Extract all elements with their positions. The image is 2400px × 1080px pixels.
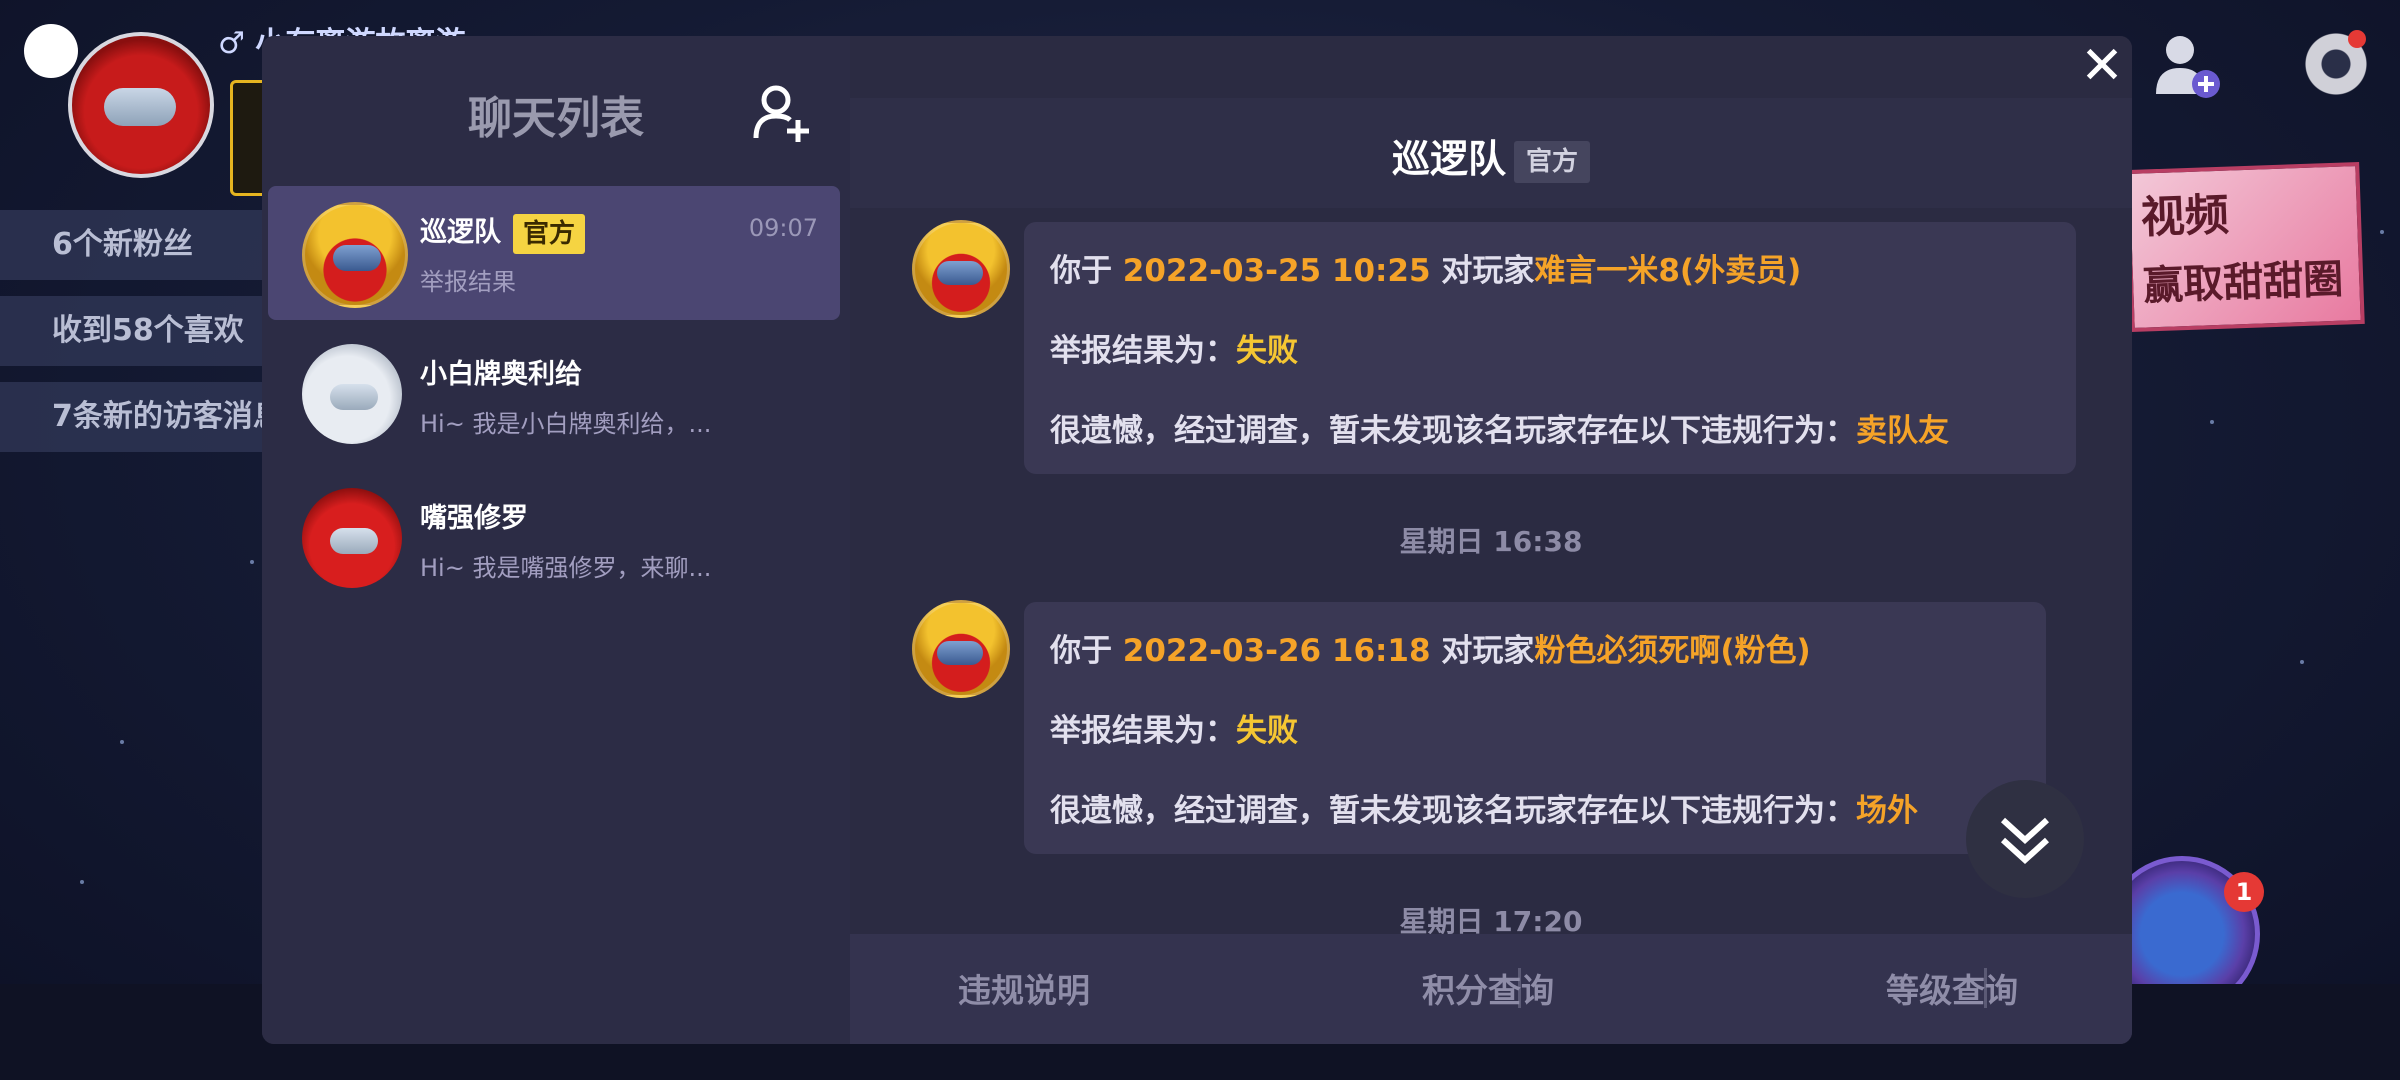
star: [80, 880, 84, 884]
conversation-panel: 巡逻队 官方 你于 2022-03-25 10:25 对玩家难言一米8(外卖员) …: [850, 36, 2132, 1044]
official-badge: 官方: [513, 213, 586, 254]
chat-item-name: 小白牌奥利给: [420, 359, 582, 390]
close-icon[interactable]: ✕: [2072, 36, 2132, 96]
report-line-3: 很遗憾，经过调查，暂未发现该名玩家存在以下违规行为：卖队友: [1050, 413, 1949, 449]
star: [2300, 660, 2304, 664]
notification-likes[interactable]: 收到58个喜欢: [0, 296, 272, 366]
timestamp: 星期日 16:38: [1399, 525, 1583, 558]
patrol-avatar: [912, 220, 1010, 318]
reported-player: 粉色必须死啊(粉色): [1534, 633, 1811, 669]
report-result: 失败: [1236, 333, 1298, 369]
violation-info-button[interactable]: 违规说明: [958, 964, 1090, 1012]
conversation-title: 巡逻队 官方: [850, 128, 2132, 183]
notification-visitors[interactable]: 7条新的访客消息: [0, 382, 272, 452]
chat-item-preview: 举报结果: [420, 268, 516, 296]
points-query-button[interactable]: 积分查询: [1422, 964, 1554, 1012]
report-datetime: 2022-03-25 10:25: [1122, 253, 1431, 289]
white-crewmate-avatar: [302, 344, 402, 444]
notification-fans[interactable]: 6个新粉丝: [0, 210, 272, 280]
report-result: 失败: [1236, 713, 1298, 749]
report-line-2: 举报结果为：失败: [1050, 333, 1298, 369]
report-reason: 卖队友: [1856, 413, 1949, 449]
star: [250, 560, 254, 564]
star: [120, 740, 124, 744]
chat-item-preview: Hi~ 我是小白牌奥利给，...: [420, 410, 712, 438]
add-friend-icon[interactable]: [2150, 28, 2224, 102]
report-line-3: 很遗憾，经过调查，暂未发现该名玩家存在以下违规行为：场外: [1050, 793, 1918, 829]
status-dot: [24, 24, 78, 78]
player-avatar[interactable]: [68, 32, 214, 178]
star: [2210, 420, 2214, 424]
report-reason: 场外: [1856, 793, 1918, 829]
chat-item-zuiqiang[interactable]: 嘴强修罗 Hi~ 我是嘴强修罗，来聊...: [268, 472, 840, 606]
add-friend-icon[interactable]: [750, 80, 814, 144]
patrol-avatar: [912, 600, 1010, 698]
yellow-crewmate-avatar: [302, 202, 408, 308]
chat-item-time: 09:07: [748, 214, 818, 242]
promo-text-video: 视频: [2140, 189, 2230, 244]
chat-item-name: 嘴强修罗: [420, 503, 528, 534]
chat-item-name: 巡逻队 官方: [420, 210, 586, 254]
chat-item-preview: Hi~ 我是嘴强修罗，来聊...: [420, 554, 712, 582]
message-bubble: 你于 2022-03-26 16:18 对玩家粉色必须死啊(粉色) 举报结果为：…: [1024, 602, 2046, 854]
report-line-2: 举报结果为：失败: [1050, 713, 1298, 749]
reported-player: 难言一米8(外卖员): [1534, 253, 1802, 289]
chat-item-xiaobai[interactable]: 小白牌奥利给 Hi~ 我是小白牌奥利给，...: [268, 328, 840, 462]
report-line-1: 你于 2022-03-26 16:18 对玩家粉色必须死啊(粉色): [1050, 633, 1811, 669]
chat-item-patrol[interactable]: 巡逻队 官方 09:07 举报结果: [268, 186, 840, 320]
report-line-1: 你于 2022-03-25 10:25 对玩家难言一米8(外卖员): [1050, 253, 1802, 289]
level-query-button[interactable]: 等级查询: [1886, 964, 2018, 1012]
double-chevron-down-icon: [2000, 817, 2050, 865]
conversation-header: 巡逻队 官方: [850, 98, 2132, 208]
growth-plan-badge: 1: [2224, 872, 2264, 912]
settings-notification-dot: [2348, 30, 2366, 48]
star: [2380, 230, 2384, 234]
promo-text-donut: 赢取甜甜圈: [2142, 256, 2344, 310]
conversation-footer: 违规说明 积分查询 等级查询: [850, 934, 2132, 1044]
red-crewmate-avatar: [302, 488, 402, 588]
report-datetime: 2022-03-26 16:18: [1122, 633, 1431, 669]
official-badge: 官方: [1514, 140, 1591, 183]
message-bubble: 你于 2022-03-25 10:25 对玩家难言一米8(外卖员) 举报结果为：…: [1024, 222, 2076, 474]
scroll-down-button[interactable]: [1966, 780, 2084, 898]
video-donut-promo-banner[interactable]: 视频 赢取甜甜圈: [2125, 161, 2365, 333]
chat-dialog: 聊天列表 巡逻队 官方 09:07 举报结果 小白牌奥利给 Hi~ 我是小白牌奥利…: [262, 36, 2132, 1044]
chat-list-panel: 聊天列表 巡逻队 官方 09:07 举报结果 小白牌奥利给 Hi~ 我是小白牌奥利…: [262, 36, 850, 1044]
